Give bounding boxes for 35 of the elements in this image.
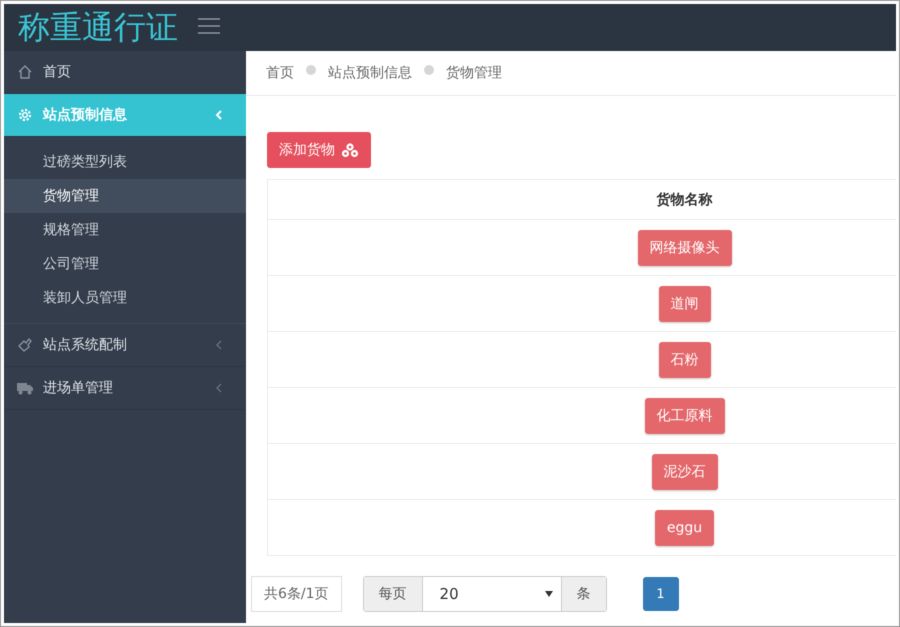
separator-dot bbox=[424, 65, 434, 75]
add-goods-button[interactable]: 添加货物 bbox=[267, 132, 371, 168]
separator-dot bbox=[306, 65, 316, 75]
total-summary: 共6条/1页 bbox=[251, 576, 342, 612]
column-header: 货物名称 bbox=[268, 180, 896, 220]
unit-label: 条 bbox=[562, 577, 606, 611]
goods-tag[interactable]: 泥沙石 bbox=[652, 454, 718, 490]
chevron-left-icon bbox=[215, 340, 223, 350]
home-icon bbox=[17, 64, 33, 80]
submenu-item[interactable]: 装卸人员管理 bbox=[4, 281, 246, 315]
submenu-item[interactable]: 规格管理 bbox=[4, 213, 246, 247]
hand-icon bbox=[17, 337, 33, 353]
cubes-icon bbox=[341, 142, 359, 158]
submenu-item[interactable]: 公司管理 bbox=[4, 247, 246, 281]
sidebar-item[interactable]: 进场单管理 bbox=[4, 367, 246, 410]
menu-icon[interactable] bbox=[198, 18, 220, 34]
goods-tag[interactable]: 石粉 bbox=[658, 342, 710, 378]
settings-icon bbox=[17, 107, 33, 123]
goods-tag[interactable]: 网络摄像头 bbox=[638, 230, 732, 266]
sidebar-item[interactable]: 站点系统配制 bbox=[4, 324, 246, 367]
truck-icon bbox=[17, 381, 33, 395]
goods-tag[interactable]: eggu bbox=[654, 510, 714, 546]
per-page-label: 每页 bbox=[364, 577, 422, 611]
submenu-item[interactable]: 货物管理 bbox=[4, 179, 246, 213]
chevron-left-icon bbox=[215, 110, 223, 120]
page-button[interactable]: 1 bbox=[642, 577, 679, 611]
breadcrumb-link[interactable]: 货物管理 bbox=[446, 64, 502, 82]
breadcrumb-link[interactable]: 站点预制信息 bbox=[328, 64, 412, 82]
goods-tag[interactable]: 化工原料 bbox=[644, 398, 724, 434]
chevron-left-icon bbox=[215, 383, 223, 393]
dropdown-caret-icon bbox=[544, 591, 553, 597]
submenu-item[interactable]: 过磅类型列表 bbox=[4, 145, 246, 179]
app-title: 称重通行证 bbox=[17, 6, 179, 48]
goods-tag[interactable]: 道闸 bbox=[658, 286, 710, 322]
breadcrumb-link[interactable]: 首页 bbox=[266, 64, 294, 82]
